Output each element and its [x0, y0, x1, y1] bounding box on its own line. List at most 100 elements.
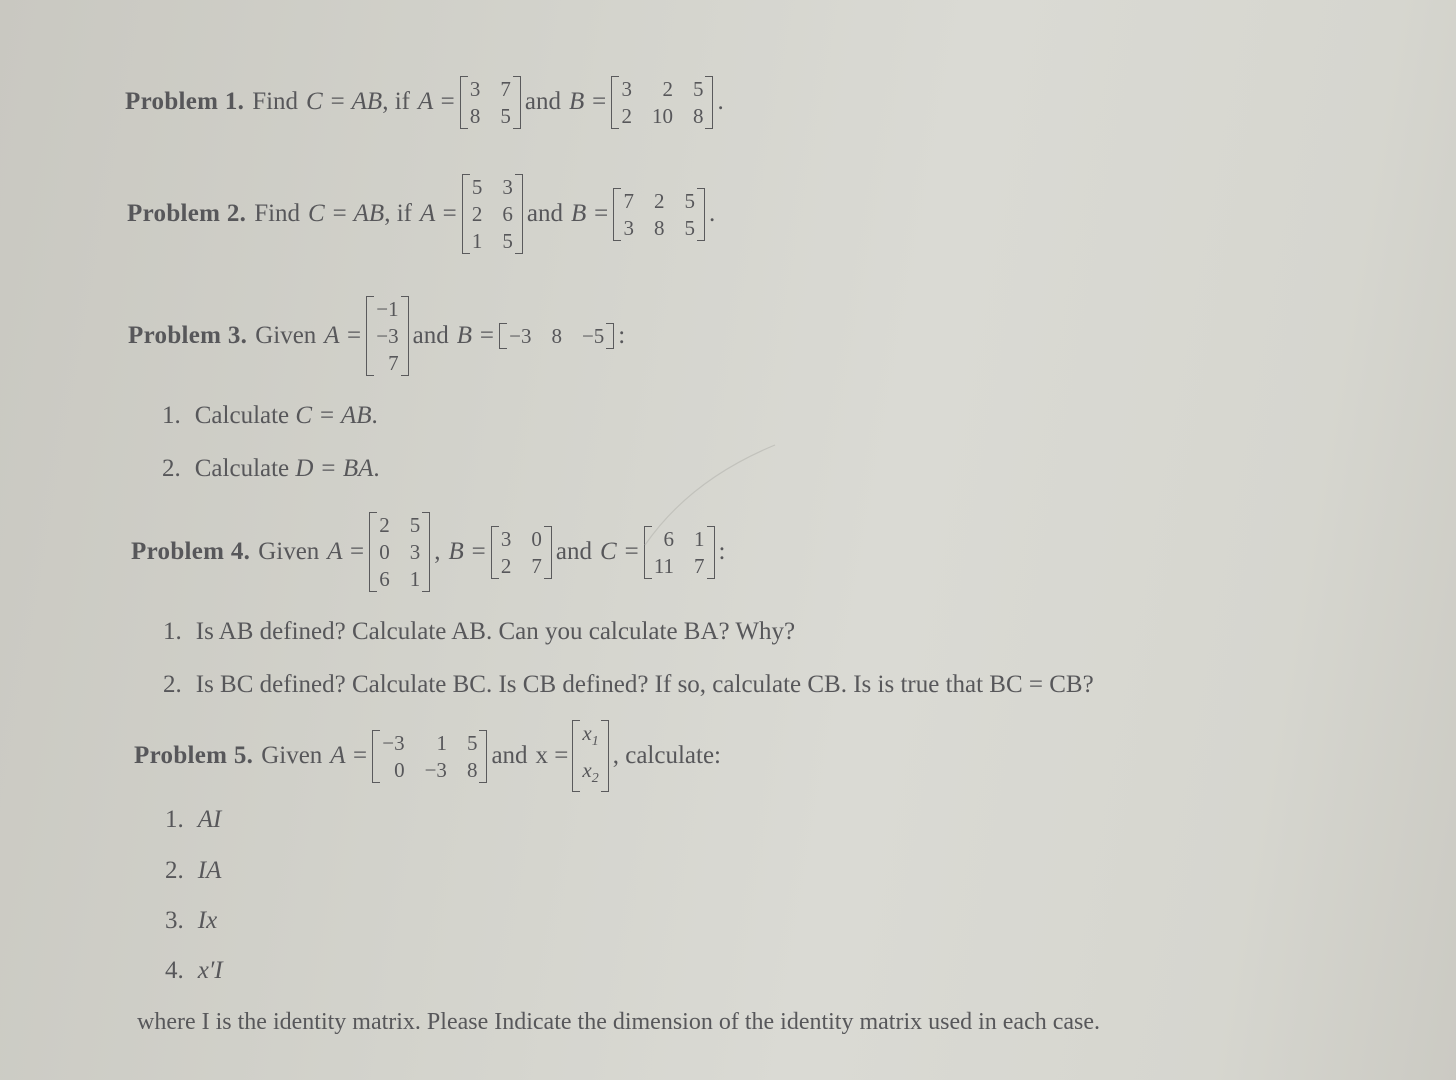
- matrix-entry: 8: [653, 215, 665, 240]
- matrix-entry: 8: [551, 324, 562, 348]
- item-text: Is BC defined? Calculate BC. Is CB defin…: [195, 671, 1094, 698]
- problem-4: Problem 4. Given A = 250361 , B = 3027 a…: [131, 506, 726, 598]
- problem-4-item-1: 1. Is AB defined? Calculate AB. Can you c…: [163, 618, 795, 646]
- matrix-b: 725 385: [613, 187, 705, 241]
- matrix-a-label: A =: [330, 742, 369, 769]
- condition-text: , if: [384, 200, 412, 227]
- matrix-entry: 5: [692, 76, 704, 101]
- problem-label: Problem 1.: [125, 88, 245, 115]
- matrix-entry: 1: [436, 730, 447, 755]
- problem-5-footer: where I is the identity matrix. Please I…: [137, 1009, 1101, 1035]
- matrix-entry: 1: [471, 229, 483, 253]
- matrix-entry: 6: [379, 567, 390, 591]
- item-end: .: [373, 455, 380, 482]
- item-math: D = BA: [295, 455, 374, 482]
- matrix-b-label: B =: [571, 200, 610, 227]
- matrix-a: −3 1 5 0 −3 8: [372, 729, 488, 783]
- joiner: and: [526, 200, 564, 227]
- end-punct: , calculate:: [612, 742, 721, 769]
- joiner: and: [412, 322, 449, 349]
- matrix-b-label: B =: [456, 322, 496, 349]
- matrix-entry: −3: [382, 730, 405, 755]
- matrix-entry: 0: [531, 526, 542, 551]
- matrix-entry: 5: [409, 513, 421, 537]
- matrix-entry: −3: [509, 324, 532, 348]
- matrix-entries: 250361: [377, 512, 422, 592]
- item-math: Ix: [197, 907, 218, 934]
- left-bracket: [499, 323, 508, 349]
- matrix-entry: x2: [582, 757, 599, 786]
- matrix-entry: 5: [502, 229, 513, 253]
- left-bracket: [372, 729, 381, 783]
- matrix-entries: 725 385: [621, 188, 697, 241]
- end-punct: :: [618, 322, 626, 349]
- left-bracket: [366, 296, 375, 376]
- joiner: and: [491, 742, 528, 769]
- matrix-entry: 3: [500, 526, 512, 551]
- problem-5: Problem 5. Given A = −3 1 5 0 −3 8 and x = x1…: [134, 720, 721, 792]
- problem-5-item-4: 4. x′I: [165, 957, 223, 985]
- right-bracket: [543, 525, 552, 579]
- left-bracket: [572, 720, 581, 792]
- right-bracket: [512, 75, 521, 129]
- matrix-entry: 5: [466, 730, 478, 755]
- matrix-entry: 6: [502, 202, 513, 226]
- problem-5-item-2: 2. IA: [165, 857, 221, 885]
- matrix-entry: 10: [651, 103, 673, 128]
- equation: C = AB: [306, 88, 383, 115]
- matrix-entry: 0: [394, 757, 405, 782]
- item-number: 1.: [162, 402, 181, 429]
- problem-intro: Find: [252, 88, 299, 115]
- item-end: .: [371, 402, 378, 429]
- left-bracket: [459, 75, 468, 129]
- matrix-a-label: A =: [327, 538, 366, 565]
- condition-text: , if: [382, 88, 410, 115]
- matrix-a-label: A =: [324, 322, 363, 349]
- matrix-entry: 3: [623, 215, 634, 240]
- right-bracket: [600, 720, 609, 792]
- matrix-b: 3027: [490, 525, 552, 579]
- problem-1: Problem 1. Find C = AB , if A = 3785 and…: [125, 72, 724, 132]
- matrix-a: −1 −3 7: [366, 296, 409, 376]
- left-bracket: [613, 187, 622, 241]
- matrix-entry: −3: [424, 757, 447, 782]
- right-bracket: [606, 323, 615, 349]
- matrix-entry: 2: [471, 202, 483, 226]
- end-punct: .: [708, 200, 716, 227]
- matrix-entry: 3: [502, 175, 513, 199]
- matrix-c-label: C =: [600, 538, 640, 565]
- matrix-entry: −3: [376, 324, 399, 348]
- vector-x: x1 x2: [572, 720, 609, 792]
- matrix-b: 3 2 5 2 10 8: [611, 75, 714, 129]
- matrix-entry: 2: [621, 103, 632, 128]
- matrix-a: 250361: [369, 512, 431, 592]
- equation: C = AB: [308, 200, 385, 227]
- matrix-entry: 7: [500, 76, 511, 101]
- right-bracket: [514, 174, 523, 254]
- left-bracket: [490, 525, 499, 579]
- stray-mark: [644, 444, 776, 546]
- worksheet-page: Problem 1. Find C = AB , if A = 3785 and…: [0, 0, 1456, 1080]
- item-number: 2.: [163, 671, 182, 698]
- problem-label: Problem 3.: [128, 322, 248, 349]
- matrix-b-label: B =: [569, 88, 608, 115]
- item-number: 2.: [162, 455, 181, 482]
- matrix-entry: 2: [379, 513, 390, 537]
- matrix-entry: 3: [469, 76, 481, 101]
- problem-intro: Given: [255, 322, 317, 349]
- right-bracket: [479, 729, 488, 783]
- separator: ,: [434, 538, 441, 565]
- item-number: 1.: [163, 618, 182, 645]
- item-text: Is AB defined? Calculate AB. Can you cal…: [195, 618, 796, 645]
- matrix-entries: 532615: [470, 174, 515, 254]
- matrix-entries: −1 −3 7: [374, 296, 400, 376]
- matrix-b: −3 8 −5: [499, 323, 615, 349]
- joiner: and: [524, 88, 562, 115]
- item-number: 1.: [165, 806, 184, 833]
- problem-intro: Given: [258, 538, 320, 565]
- problem-3-item-2: 2. Calculate D = BA.: [162, 455, 380, 483]
- item-text: Calculate: [194, 402, 296, 429]
- left-bracket: [461, 174, 470, 254]
- end-punct: .: [717, 88, 724, 115]
- matrix-a-label: A =: [417, 88, 456, 115]
